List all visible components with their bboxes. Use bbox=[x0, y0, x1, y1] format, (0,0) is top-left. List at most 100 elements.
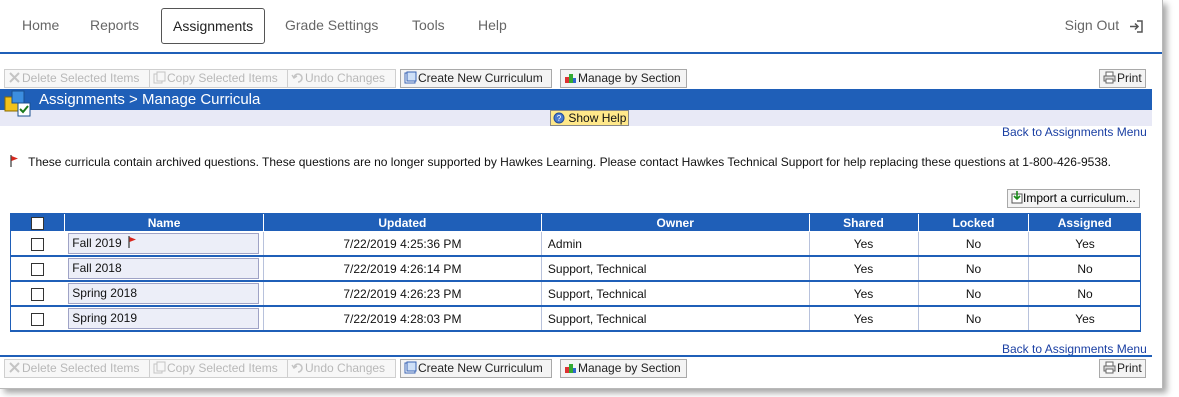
select-all-header bbox=[9, 213, 66, 232]
name-cell: Fall 2018 bbox=[64, 256, 264, 282]
footer-divider bbox=[0, 355, 1152, 357]
delete-selected-button[interactable]: Delete Selected Items bbox=[4, 359, 150, 378]
copy-selected-button[interactable]: Copy Selected Items bbox=[149, 69, 288, 88]
page-title-bar: Assignments > Manage Curricula bbox=[0, 89, 1152, 110]
locked-cell: No bbox=[917, 231, 1029, 257]
svg-text:?: ? bbox=[557, 114, 562, 123]
row-select-cell bbox=[10, 281, 65, 307]
table-header-row: Name Updated Owner Shared Locked Assigne… bbox=[9, 213, 1141, 232]
delete-selected-button[interactable]: Delete Selected Items bbox=[4, 69, 150, 88]
top-toolbar: Delete Selected Items Copy Selected Item… bbox=[4, 69, 1152, 88]
notice-text: These curricula contain archived questio… bbox=[28, 155, 1112, 169]
manage-by-section-button[interactable]: Manage by Section bbox=[560, 359, 687, 378]
owner-cell: Support, Technical bbox=[540, 306, 810, 332]
undo-icon bbox=[291, 71, 304, 84]
assigned-cell: Yes bbox=[1028, 231, 1141, 257]
top-nav: Home Reports Assignments Grade Settings … bbox=[0, 0, 1162, 52]
shared-cell: Yes bbox=[808, 256, 919, 282]
name-cell: Fall 2019 bbox=[64, 231, 264, 257]
owner-cell: Support, Technical bbox=[540, 256, 810, 282]
nav-help[interactable]: Help bbox=[467, 8, 518, 42]
undo-changes-button[interactable]: Undo Changes bbox=[287, 69, 396, 88]
column-header-owner[interactable]: Owner bbox=[540, 213, 810, 232]
owner-cell: Support, Technical bbox=[540, 281, 810, 307]
locked-cell: No bbox=[917, 281, 1029, 307]
sign-out-link[interactable]: Sign Out bbox=[1065, 8, 1144, 42]
archived-notice: These curricula contain archived questio… bbox=[10, 155, 1111, 169]
row-checkbox[interactable] bbox=[31, 312, 45, 326]
row-select-cell bbox=[10, 231, 65, 257]
row-select-cell bbox=[10, 306, 65, 332]
assigned-cell: Yes bbox=[1028, 306, 1141, 332]
import-icon bbox=[1011, 191, 1023, 204]
help-icon: ? bbox=[553, 112, 565, 124]
copy-selected-button[interactable]: Copy Selected Items bbox=[149, 359, 288, 378]
show-help-button[interactable]: ? Show Help bbox=[550, 110, 630, 126]
updated-cell: 7/22/2019 4:25:36 PM bbox=[262, 231, 542, 257]
assignments-icon bbox=[4, 90, 31, 117]
row-checkbox[interactable] bbox=[31, 287, 45, 301]
column-header-updated[interactable]: Updated bbox=[262, 213, 542, 232]
curriculum-name-button[interactable]: Spring 2018 bbox=[68, 283, 260, 304]
create-curriculum-icon bbox=[404, 361, 417, 374]
column-header-name[interactable]: Name bbox=[64, 213, 264, 232]
table-row: Spring 2019 7/22/2019 4:28:03 PM Support… bbox=[10, 306, 1141, 332]
table-row: Fall 2018 7/22/2019 4:26:14 PM Support, … bbox=[10, 256, 1141, 282]
updated-cell: 7/22/2019 4:26:23 PM bbox=[262, 281, 542, 307]
sign-out-icon bbox=[1130, 20, 1143, 33]
undo-icon bbox=[291, 361, 304, 374]
owner-cell: Admin bbox=[540, 231, 810, 257]
bottom-toolbar: Delete Selected Items Copy Selected Item… bbox=[4, 359, 1152, 378]
row-checkbox[interactable] bbox=[31, 237, 45, 251]
nav-home[interactable]: Home bbox=[11, 8, 70, 42]
delete-icon bbox=[8, 71, 21, 84]
print-button[interactable]: Print bbox=[1099, 359, 1146, 378]
page-title: Assignments > Manage Curricula bbox=[39, 91, 261, 108]
printer-icon bbox=[1103, 361, 1116, 374]
copy-icon bbox=[153, 71, 166, 84]
undo-changes-button[interactable]: Undo Changes bbox=[287, 359, 396, 378]
shared-cell: Yes bbox=[808, 231, 919, 257]
flag-icon bbox=[10, 155, 18, 167]
app-window: Home Reports Assignments Grade Settings … bbox=[0, 0, 1163, 389]
manage-section-icon bbox=[564, 71, 577, 84]
select-all-checkbox[interactable] bbox=[31, 216, 45, 230]
updated-cell: 7/22/2019 4:28:03 PM bbox=[262, 306, 542, 332]
nav-tools[interactable]: Tools bbox=[401, 8, 456, 42]
create-new-curriculum-button[interactable]: Create New Curriculum bbox=[400, 69, 552, 88]
sign-out-label: Sign Out bbox=[1064, 17, 1120, 33]
column-header-locked[interactable]: Locked bbox=[917, 213, 1030, 232]
name-cell: Spring 2019 bbox=[64, 306, 264, 332]
curricula-table: Name Updated Owner Shared Locked Assigne… bbox=[9, 213, 1141, 332]
nav-assignments[interactable]: Assignments bbox=[161, 8, 266, 44]
curriculum-name-button[interactable]: Fall 2018 bbox=[68, 258, 260, 279]
manage-by-section-button[interactable]: Manage by Section bbox=[560, 69, 687, 88]
nav-reports[interactable]: Reports bbox=[79, 8, 150, 42]
column-header-shared[interactable]: Shared bbox=[808, 213, 919, 232]
back-to-assignments-link-top[interactable]: Back to Assignments Menu bbox=[1002, 125, 1147, 139]
delete-icon bbox=[8, 361, 21, 374]
nav-divider bbox=[0, 52, 1162, 54]
table-row: Spring 2018 7/22/2019 4:26:23 PM Support… bbox=[10, 281, 1141, 307]
printer-icon bbox=[1103, 71, 1116, 84]
name-cell: Spring 2018 bbox=[64, 281, 264, 307]
curriculum-name-button[interactable]: Spring 2019 bbox=[68, 308, 260, 329]
updated-cell: 7/22/2019 4:26:14 PM bbox=[262, 256, 542, 282]
back-to-assignments-link-bottom[interactable]: Back to Assignments Menu bbox=[1002, 342, 1147, 356]
locked-cell: No bbox=[917, 256, 1029, 282]
nav-grade-settings[interactable]: Grade Settings bbox=[274, 8, 389, 42]
flag-icon bbox=[128, 236, 136, 248]
assigned-cell: No bbox=[1028, 281, 1141, 307]
create-curriculum-icon bbox=[404, 71, 417, 84]
column-header-assigned[interactable]: Assigned bbox=[1028, 213, 1141, 232]
row-checkbox[interactable] bbox=[31, 262, 45, 276]
locked-cell: No bbox=[917, 306, 1029, 332]
assigned-cell: No bbox=[1028, 256, 1141, 282]
print-button[interactable]: Print bbox=[1099, 69, 1146, 88]
table-row: Fall 2019 7/22/2019 4:25:36 PM Admin Yes… bbox=[10, 231, 1141, 257]
create-new-curriculum-button[interactable]: Create New Curriculum bbox=[400, 359, 552, 378]
shared-cell: Yes bbox=[808, 306, 919, 332]
copy-icon bbox=[153, 361, 166, 374]
import-curriculum-button[interactable]: Import a curriculum... bbox=[1007, 189, 1140, 208]
curriculum-name-button[interactable]: Fall 2019 bbox=[68, 233, 260, 254]
